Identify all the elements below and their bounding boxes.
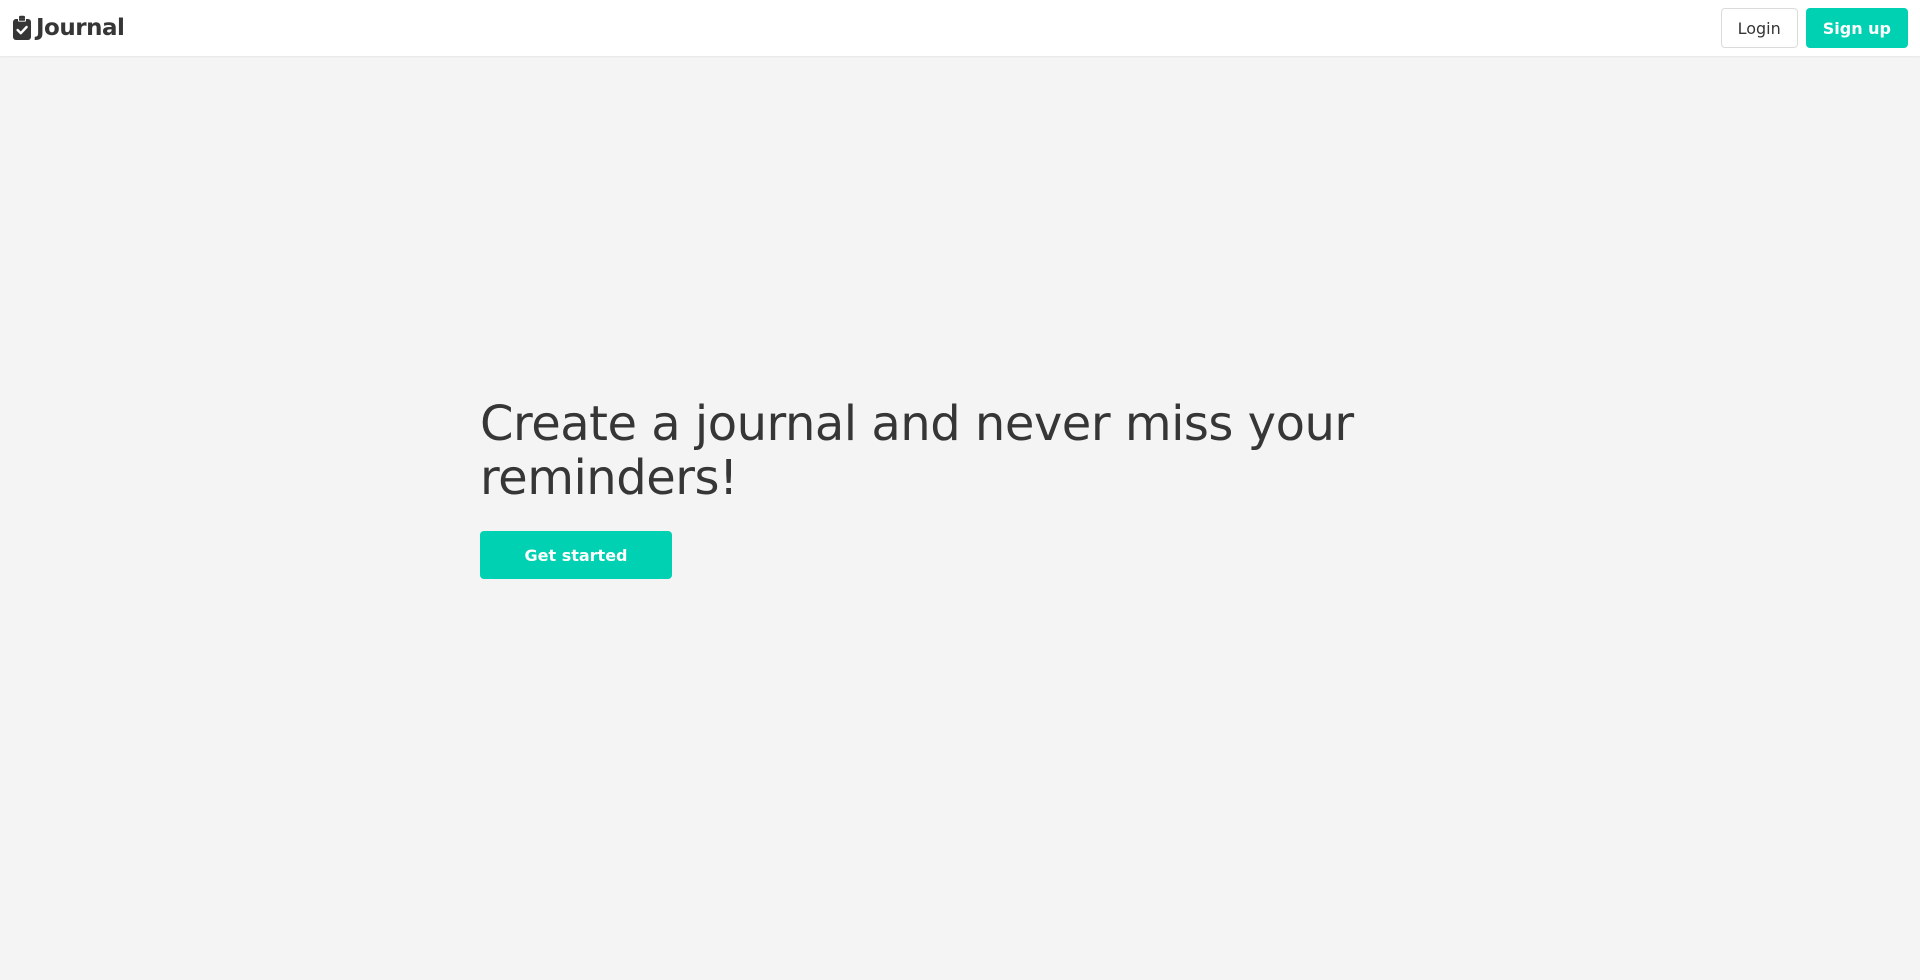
hero-title: Create a journal and never miss your rem… — [480, 396, 1354, 506]
get-started-button[interactable]: Get started — [480, 531, 672, 579]
signup-button[interactable]: Sign up — [1805, 8, 1908, 48]
clipboard-check-icon — [12, 15, 32, 41]
brand-link[interactable]: Journal — [12, 15, 125, 41]
hero-section: Create a journal and never miss your rem… — [480, 397, 1380, 579]
top-navbar: Journal Login Sign up — [0, 0, 1920, 56]
login-button[interactable]: Login — [1720, 8, 1798, 48]
nav-buttons: Login Sign up — [1720, 8, 1908, 48]
brand-title: Journal — [36, 15, 125, 41]
